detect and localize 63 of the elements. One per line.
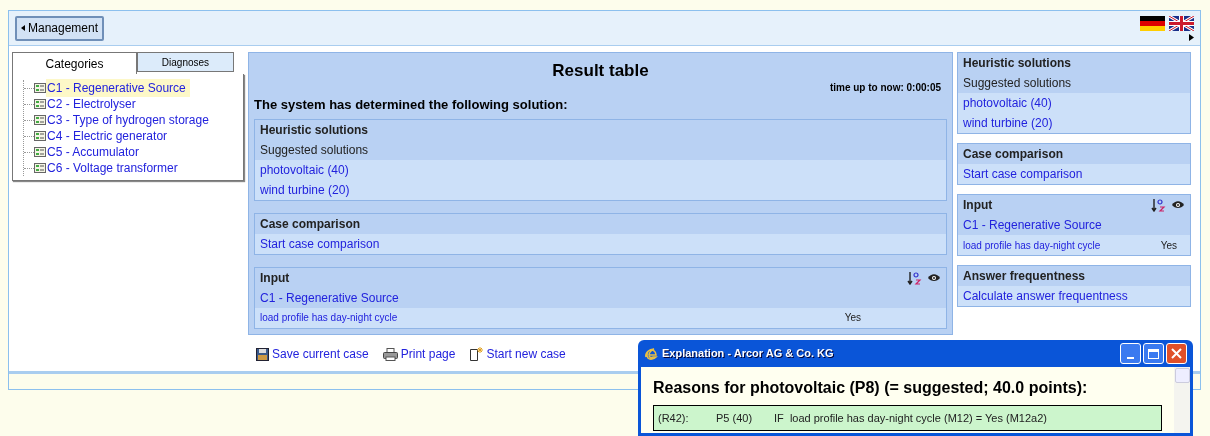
sort-icon[interactable] bbox=[1151, 198, 1167, 212]
close-icon bbox=[1171, 348, 1182, 359]
minimize-button[interactable] bbox=[1120, 343, 1141, 364]
maximize-button[interactable] bbox=[1143, 343, 1164, 364]
rule-id: (R42): bbox=[658, 410, 690, 426]
section-title: Answer frequentness bbox=[963, 268, 1086, 285]
section-title: Case comparison bbox=[963, 146, 1064, 163]
eye-icon[interactable] bbox=[1171, 200, 1185, 210]
back-button[interactable]: Management bbox=[15, 15, 105, 41]
category-link[interactable]: C2 - Electrolyser bbox=[46, 95, 140, 113]
timer-text: time up to now: 0:00:05 bbox=[828, 81, 942, 95]
section-link[interactable]: Start case comparison bbox=[260, 234, 380, 253]
category-link[interactable]: C6 - Voltage transformer bbox=[46, 159, 182, 177]
section-link[interactable]: photovoltaic (40) bbox=[963, 94, 1052, 112]
printer-icon[interactable] bbox=[382, 347, 398, 361]
category-link[interactable]: C5 - Accumulator bbox=[46, 143, 144, 161]
section-title: Input bbox=[260, 269, 290, 287]
rule-target: P5 (40) bbox=[716, 410, 754, 426]
section-title: Input bbox=[963, 197, 993, 214]
question-link[interactable]: load profile has day-night cycle bbox=[963, 237, 1101, 253]
triangle-icon bbox=[21, 25, 25, 31]
intro-text: The system has determined the following solution: bbox=[254, 96, 569, 114]
result-title: Result table bbox=[551, 60, 650, 80]
section-title: Heuristic solutions bbox=[260, 121, 369, 139]
window-title: Explanation - Arcor AG & Co. KG bbox=[662, 346, 834, 362]
answer-value: Yes bbox=[1160, 238, 1178, 253]
tab[interactable]: Categories bbox=[12, 52, 137, 74]
german-flag-icon[interactable] bbox=[1140, 15, 1165, 31]
category-link[interactable]: C1 - Regenerative Source bbox=[46, 79, 190, 97]
question-group-link[interactable]: C1 - Regenerative Source bbox=[260, 288, 399, 307]
eye-icon[interactable] bbox=[927, 272, 941, 283]
category-link[interactable]: C3 - Type of hydrogen storage bbox=[46, 111, 213, 129]
triangle-icon[interactable] bbox=[1189, 33, 1194, 41]
tab[interactable]: Diagnoses bbox=[137, 52, 234, 72]
table-icon bbox=[34, 147, 46, 157]
section-title: Heuristic solutions bbox=[963, 55, 1072, 72]
table-icon bbox=[34, 115, 46, 125]
section-subtitle: Suggested solutions bbox=[260, 141, 369, 159]
answer-value: Yes bbox=[844, 311, 862, 325]
table-icon bbox=[34, 163, 46, 173]
section-title: Case comparison bbox=[260, 215, 361, 233]
explanation-heading: Reasons for photovoltaic (P8) (= suggested; 40.0 points): bbox=[653, 378, 1089, 398]
section-link[interactable]: Calculate answer frequentness bbox=[963, 287, 1128, 305]
section-link[interactable]: Start case comparison bbox=[963, 165, 1083, 183]
action-link[interactable]: Print page bbox=[400, 345, 456, 363]
scrollbar[interactable] bbox=[1174, 367, 1190, 433]
close-button[interactable] bbox=[1166, 343, 1187, 364]
table-icon bbox=[34, 99, 46, 109]
action-link[interactable]: Save current case bbox=[272, 345, 369, 363]
category-link[interactable]: C4 - Electric generator bbox=[46, 127, 172, 145]
section-subtitle: Suggested solutions bbox=[963, 75, 1072, 92]
table-icon bbox=[34, 83, 46, 93]
section-link[interactable]: wind turbine (20) bbox=[260, 180, 350, 199]
action-link[interactable]: Start new case bbox=[486, 345, 566, 363]
question-link[interactable]: load profile has day-night cycle bbox=[260, 310, 398, 325]
browser-logo-icon bbox=[644, 346, 658, 361]
british-flag-icon[interactable] bbox=[1169, 15, 1194, 31]
rule-condition: IF load profile has day-night cycle (M12) = Yes (M12a2) bbox=[774, 410, 1047, 426]
sort-icon[interactable] bbox=[907, 270, 923, 285]
table-icon bbox=[34, 131, 46, 141]
new-document-icon[interactable] bbox=[469, 347, 484, 361]
section-link[interactable]: wind turbine (20) bbox=[963, 114, 1053, 132]
section-link[interactable]: photovoltaic (40) bbox=[260, 160, 349, 179]
